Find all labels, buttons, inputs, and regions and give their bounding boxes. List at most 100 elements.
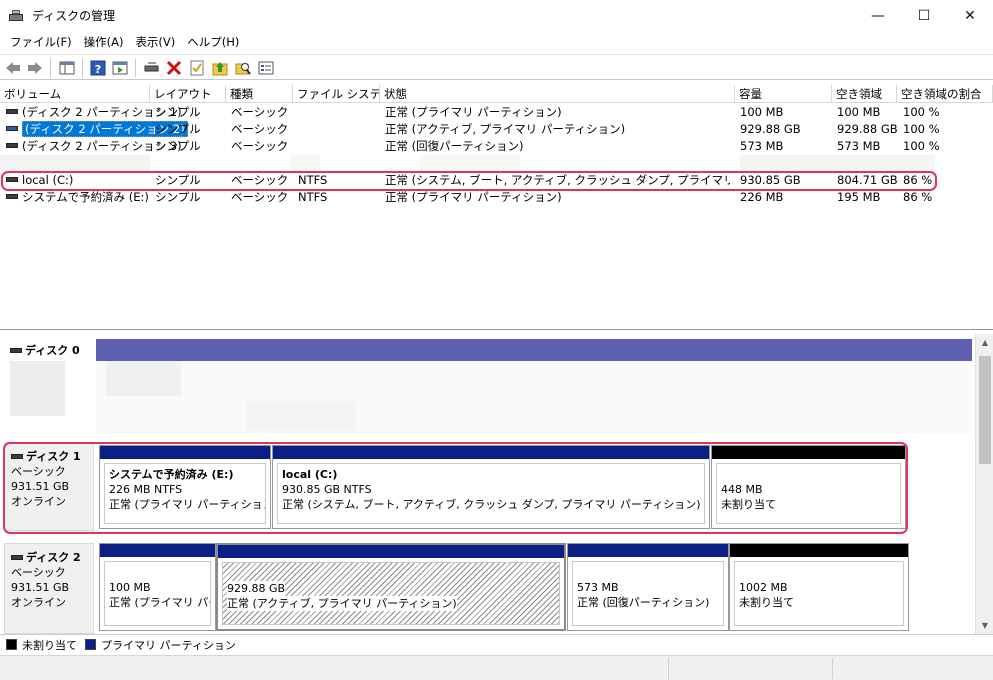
title-bar: ディスクの管理 — ☐ ✕ xyxy=(0,0,993,31)
disk-management-app-icon xyxy=(8,9,24,23)
column-header-layout[interactable]: レイアウト xyxy=(150,85,226,103)
partition-status: 未割り当て xyxy=(739,596,794,609)
close-button[interactable]: ✕ xyxy=(947,0,993,31)
disk-row-2: ディスク 2 ベーシック 931.51 GB オンライン 100 MB 正常 (… xyxy=(0,540,975,634)
disk-label[interactable]: ディスク 0 xyxy=(4,337,94,434)
column-header-filesystem[interactable]: ファイル システム xyxy=(293,85,380,103)
disk0-partition-bar xyxy=(96,339,972,361)
legend-primary: プライマリ パーティション xyxy=(101,638,236,652)
volume-free-space: 573 MB xyxy=(837,139,881,153)
menu-help[interactable]: ヘルプ(H) xyxy=(181,31,245,53)
volume-type: ベーシック xyxy=(231,190,289,204)
disk-type: ベーシック xyxy=(11,566,66,579)
volume-capacity: 929.88 GB xyxy=(740,122,801,136)
back-arrow-icon[interactable] xyxy=(4,59,22,77)
partition-size: 929.88 GB xyxy=(227,581,286,596)
scroll-down-icon[interactable]: ▼ xyxy=(976,617,993,634)
volume-capacity: 226 MB xyxy=(740,190,784,204)
volume-capacity: 100 MB xyxy=(740,105,784,119)
volume-row-selected[interactable]: (ディスク 2 パーティション 2) シンプル ベーシック 正常 (アクティブ,… xyxy=(0,121,993,138)
partition-size: 1002 MB xyxy=(739,581,788,594)
volume-status: 正常 (回復パーティション) xyxy=(385,139,524,153)
scroll-up-icon[interactable]: ▲ xyxy=(976,334,993,351)
drive-icon xyxy=(6,126,18,131)
minimize-button[interactable]: — xyxy=(855,0,901,31)
partition-disk2-unallocated[interactable]: 1002 MB 未割り当て xyxy=(729,543,909,631)
column-header-volume[interactable]: ボリューム xyxy=(0,85,150,103)
help-icon[interactable]: ? xyxy=(89,59,107,77)
disk-name: ディスク 2 xyxy=(26,551,81,564)
settings-list-icon[interactable] xyxy=(257,59,275,77)
volume-free-percent: 100 % xyxy=(903,139,940,153)
obscured-disk-info xyxy=(10,361,65,416)
disk-icon xyxy=(11,554,23,560)
disk-state: オンライン xyxy=(11,596,66,609)
volume-capacity: 573 MB xyxy=(740,139,784,153)
properties-icon[interactable] xyxy=(188,59,206,77)
partition-status: 正常 (回復パーティション) xyxy=(577,596,710,609)
action-pane-icon[interactable] xyxy=(111,59,129,77)
menu-view[interactable]: 表示(V) xyxy=(129,31,181,53)
volume-type: ベーシック xyxy=(231,105,289,119)
volume-type: ベーシック xyxy=(231,122,289,136)
volume-status: 正常 (プライマリ パーティション) xyxy=(385,105,562,119)
search-icon[interactable] xyxy=(234,59,252,77)
connect-drive-icon[interactable] xyxy=(143,59,161,77)
volume-free-space: 929.88 GB xyxy=(837,122,898,136)
highlight-annotation xyxy=(1,171,937,191)
maximize-button[interactable]: ☐ xyxy=(901,0,947,31)
volume-free-percent: 86 % xyxy=(903,190,933,204)
volume-type: ベーシック xyxy=(231,139,289,153)
volume-row[interactable]: システムで予約済み (E:) シンプル ベーシック NTFS 正常 (プライマリ… xyxy=(0,189,993,206)
disk-row-0: ディスク 0 xyxy=(0,337,975,437)
vertical-scrollbar[interactable]: ▲ ▼ xyxy=(975,334,993,634)
forward-arrow-icon[interactable] xyxy=(26,59,44,77)
volume-row[interactable]: (ディスク 2 パーティション 1) シンプル ベーシック 正常 (プライマリ … xyxy=(0,104,993,121)
up-folder-icon[interactable] xyxy=(211,59,229,77)
drive-icon xyxy=(6,109,18,114)
menu-bar: ファイル(F) 操作(A) 表示(V) ヘルプ(H) xyxy=(0,31,993,53)
legend-unallocated: 未割り当て xyxy=(22,638,77,652)
obscured-row xyxy=(420,155,520,172)
legend-swatch-primary xyxy=(85,639,96,650)
volume-free-percent: 100 % xyxy=(903,122,940,136)
menu-file[interactable]: ファイル(F) xyxy=(4,31,78,53)
volume-list-header: ボリューム レイアウト 種類 ファイル システム 状態 容量 空き領域 空き領域… xyxy=(0,85,993,103)
volume-list: ボリューム レイアウト 種類 ファイル システム 状態 容量 空き領域 空き領域… xyxy=(0,85,993,330)
volume-layout: シンプル xyxy=(155,122,201,136)
obscured-partitions xyxy=(96,361,972,434)
partition-status: 正常 (アクティブ, プライマリ パーティション) xyxy=(227,596,457,611)
highlight-annotation xyxy=(3,442,908,534)
partition-status: 正常 (プライマリ パーテ xyxy=(109,596,210,609)
partition-disk2-3[interactable]: 573 MB 正常 (回復パーティション) xyxy=(567,543,729,631)
console-tree-icon[interactable] xyxy=(58,59,76,77)
column-header-capacity[interactable]: 容量 xyxy=(735,85,832,103)
delete-icon[interactable] xyxy=(165,59,183,77)
column-header-free-percent[interactable]: 空き領域の割合 xyxy=(897,85,993,103)
volume-layout: シンプル xyxy=(155,190,201,204)
partition-disk2-2-selected[interactable]: 929.88 GB 正常 (アクティブ, プライマリ パーティション) xyxy=(216,543,566,631)
volume-row[interactable]: (ディスク 2 パーティション 3) シンプル ベーシック 正常 (回復パーティ… xyxy=(0,138,993,155)
drive-icon xyxy=(6,194,18,199)
disk-graphical-view: ディスク 0 ディスク 1 ベーシック 931.51 GB オンライン システム… xyxy=(0,334,975,634)
partition-disk2-1[interactable]: 100 MB 正常 (プライマリ パーテ xyxy=(99,543,216,631)
window-title: ディスクの管理 xyxy=(32,9,116,23)
column-header-type[interactable]: 種類 xyxy=(226,85,293,103)
partition-size: 100 MB xyxy=(109,581,151,594)
disk-size: 931.51 GB xyxy=(11,581,70,594)
column-header-free-space[interactable]: 空き領域 xyxy=(832,85,897,103)
volume-name: システムで予約済み (E:) xyxy=(22,190,149,204)
volume-status: 正常 (アクティブ, プライマリ パーティション) xyxy=(385,122,626,136)
disk-label[interactable]: ディスク 2 ベーシック 931.51 GB オンライン xyxy=(4,543,94,634)
scrollbar-thumb[interactable] xyxy=(979,356,991,464)
status-bar xyxy=(0,655,993,680)
menu-action[interactable]: 操作(A) xyxy=(78,31,130,53)
column-header-status[interactable]: 状態 xyxy=(380,85,735,103)
legend-swatch-unallocated xyxy=(6,639,17,650)
volume-layout: シンプル xyxy=(155,139,201,153)
obscured-row xyxy=(290,155,320,172)
volume-free-space: 195 MB xyxy=(837,190,881,204)
volume-status: 正常 (プライマリ パーティション) xyxy=(385,190,562,204)
svg-text:?: ? xyxy=(95,63,101,76)
obscured-row xyxy=(740,155,935,172)
